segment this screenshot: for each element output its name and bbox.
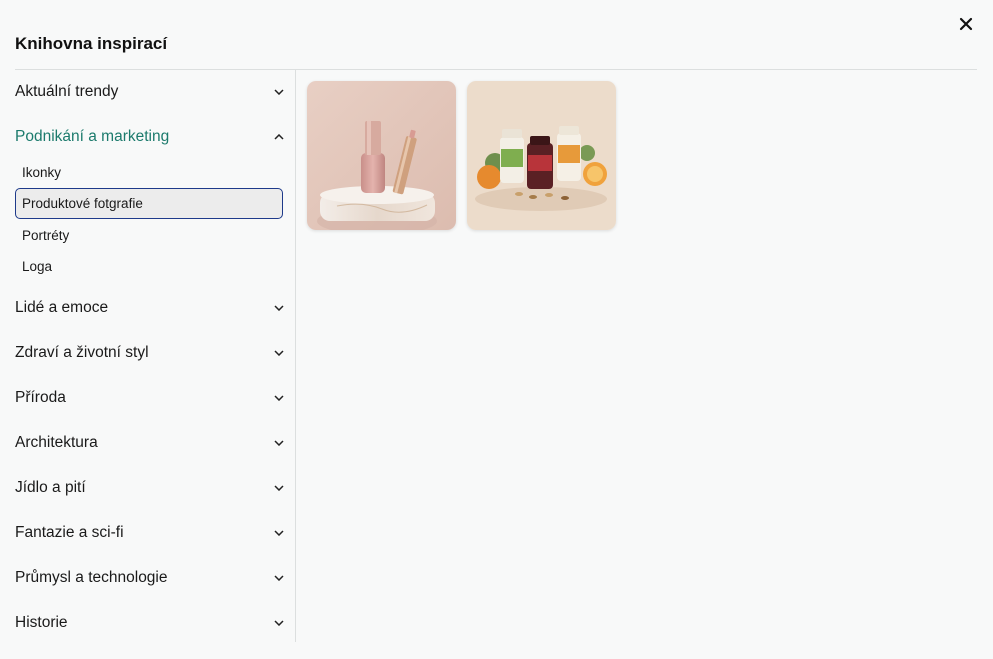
category-label: Podnikání a marketing (15, 128, 170, 145)
chevron-down-icon (273, 437, 285, 449)
category-label: Lidé a emoce (15, 299, 109, 316)
category-jidlo-a-piti[interactable]: Jídlo a pití (15, 473, 285, 503)
category-zdravi-a-zivotni-styl[interactable]: Zdraví a životní styl (15, 338, 285, 368)
thumbnail-supplement-bottles-photo[interactable] (467, 81, 616, 230)
chevron-down-icon (273, 482, 285, 494)
category-label: Architektura (15, 434, 98, 451)
chevron-down-icon (273, 572, 285, 584)
category-label: Zdraví a životní styl (15, 344, 149, 361)
category-label: Příroda (15, 389, 66, 406)
modal-title: Knihovna inspirací (15, 34, 168, 53)
subcategory-portrety[interactable]: Portréty (15, 221, 283, 250)
category-label: Fantazie a sci-fi (15, 524, 124, 541)
close-button[interactable] (955, 13, 977, 35)
subcategory-label: Produktové fotgrafie (22, 196, 143, 211)
subcategory-label: Ikonky (22, 165, 62, 180)
category-label: Aktuální trendy (15, 83, 119, 100)
close-icon (959, 17, 973, 31)
chevron-down-icon (273, 527, 285, 539)
category-label: Jídlo a pití (15, 479, 86, 496)
supplement-bottles-image (467, 81, 616, 230)
subcategory-ikonky[interactable]: Ikonky (15, 158, 283, 187)
category-architektura[interactable]: Architektura (15, 428, 285, 458)
chevron-down-icon (273, 392, 285, 404)
chevron-down-icon (273, 302, 285, 314)
category-podnikani-a-marketing[interactable]: Podnikání a marketing (15, 122, 285, 152)
category-aktualni-trendy[interactable]: Aktuální trendy (15, 77, 285, 107)
thumbnail-nail-polish-photo[interactable] (307, 81, 456, 230)
subcategory-label: Loga (22, 259, 53, 274)
chevron-down-icon (273, 86, 285, 98)
category-historie[interactable]: Historie (15, 608, 285, 638)
category-prumysl-a-technologie[interactable]: Průmysl a technologie (15, 563, 285, 593)
subcategory-label: Portréty (22, 228, 70, 243)
chevron-down-icon (273, 617, 285, 629)
subcategory-loga[interactable]: Loga (15, 252, 283, 281)
nail-polish-image (307, 81, 456, 230)
category-label: Průmysl a technologie (15, 569, 168, 586)
category-fantazie-a-sci-fi[interactable]: Fantazie a sci-fi (15, 518, 285, 548)
category-lide-a-emoce[interactable]: Lidé a emoce (15, 293, 285, 323)
subcategory-produktove-fotgrafie[interactable]: Produktové fotgrafie (15, 188, 283, 219)
chevron-up-icon (273, 131, 285, 143)
chevron-down-icon (273, 347, 285, 359)
category-label: Historie (15, 614, 68, 631)
category-priroda[interactable]: Příroda (15, 383, 285, 413)
